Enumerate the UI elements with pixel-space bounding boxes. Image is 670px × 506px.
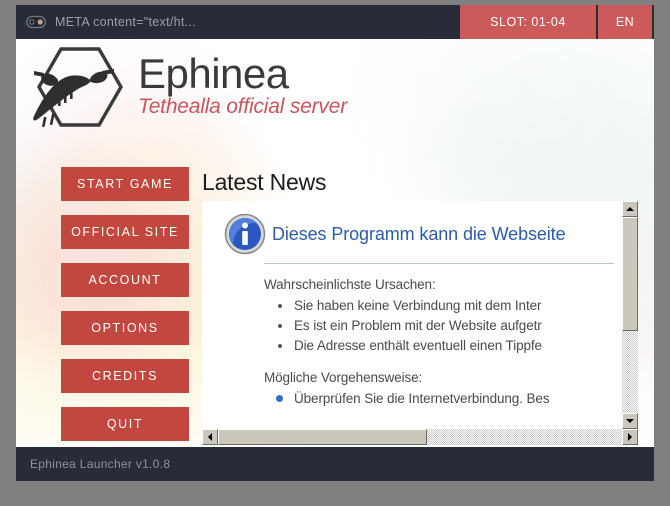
embedded-error-page: Dieses Programm kann die Webseite Wahrsc… — [202, 201, 622, 429]
menu-button-account[interactable]: ACCOUNT — [61, 263, 189, 297]
triangle-left-icon — [208, 433, 212, 441]
error-action-item: Überprüfen Sie die Internetverbindung. B… — [264, 389, 622, 409]
error-causes-block: Wahrscheinlichste Ursachen: Sie haben ke… — [202, 264, 622, 356]
error-actions-block: Mögliche Vorgehensweise: Überprüfen Sie … — [202, 356, 622, 409]
error-actions-list: Überprüfen Sie die Internetverbindung. B… — [264, 389, 622, 409]
window-title: META content="text/ht... — [55, 15, 196, 29]
vertical-scroll-track[interactable] — [622, 217, 638, 413]
horizontal-scroll-thumb[interactable] — [218, 429, 427, 445]
language-selector-button[interactable]: EN — [598, 5, 654, 39]
main-menu: START GAME OFFICIAL SITE ACCOUNT OPTIONS… — [61, 167, 189, 447]
vertical-scroll-thumb[interactable] — [622, 217, 638, 331]
desktop-background: META content="text/ht... SLOT: 01-04 EN — [0, 0, 670, 506]
menu-button-official-site[interactable]: OFFICIAL SITE — [61, 215, 189, 249]
scroll-left-button[interactable] — [202, 429, 218, 445]
news-heading: Latest News — [202, 169, 327, 195]
menu-button-credits[interactable]: CREDITS — [61, 359, 189, 393]
statusbar: Ephinea Launcher v1.0.8 — [16, 447, 654, 481]
launcher-window: META content="text/ht... SLOT: 01-04 EN — [16, 5, 654, 481]
error-cause-item: Die Adresse enthält eventuell einen Tipp… — [264, 336, 622, 356]
error-causes-list: Sie haben keine Verbindung mit dem Inter… — [264, 296, 622, 356]
scroll-down-button[interactable] — [622, 413, 638, 429]
gamepad-icon — [26, 15, 46, 29]
brand-tagline: Tethealla official server — [138, 94, 347, 118]
menu-button-start-game[interactable]: START GAME — [61, 167, 189, 201]
titlebar-left: META content="text/ht... — [16, 5, 460, 39]
horizontal-scroll-track[interactable] — [218, 429, 622, 445]
menu-button-options[interactable]: OPTIONS — [61, 311, 189, 345]
scroll-right-button[interactable] — [622, 429, 638, 445]
error-causes-heading: Wahrscheinlichste Ursachen: — [264, 277, 436, 292]
error-page-header: Dieses Programm kann die Webseite — [202, 201, 622, 255]
brand-wordmark: Ephinea Tethealla official server — [138, 49, 347, 120]
error-cause-item: Es ist ein Problem mit der Website aufge… — [264, 316, 622, 336]
error-headline: Dieses Programm kann die Webseite — [272, 223, 566, 244]
brand-name: Ephinea — [138, 49, 289, 97]
statusbar-text: Ephinea Launcher v1.0.8 — [30, 457, 171, 471]
triangle-right-icon — [628, 433, 632, 441]
hexagon-rappy-icon — [33, 47, 123, 128]
news-vertical-scrollbar[interactable] — [622, 201, 638, 429]
info-icon — [224, 213, 266, 255]
scroll-up-button[interactable] — [622, 201, 638, 217]
brand-logo: Ephinea Tethealla official server — [16, 39, 416, 135]
triangle-down-icon — [626, 419, 634, 423]
error-actions-heading: Mögliche Vorgehensweise: — [264, 370, 423, 385]
slot-selector-button[interactable]: SLOT: 01-04 — [460, 5, 598, 39]
titlebar: META content="text/ht... SLOT: 01-04 EN — [16, 5, 654, 39]
error-cause-item: Sie haben keine Verbindung mit dem Inter — [264, 296, 622, 316]
news-horizontal-scrollbar[interactable] — [202, 429, 638, 445]
news-panel: Dieses Programm kann die Webseite Wahrsc… — [202, 201, 638, 445]
menu-button-quit[interactable]: QUIT — [61, 407, 189, 441]
window-body: Ephinea Tethealla official server START … — [16, 39, 654, 447]
triangle-up-icon — [626, 207, 634, 211]
